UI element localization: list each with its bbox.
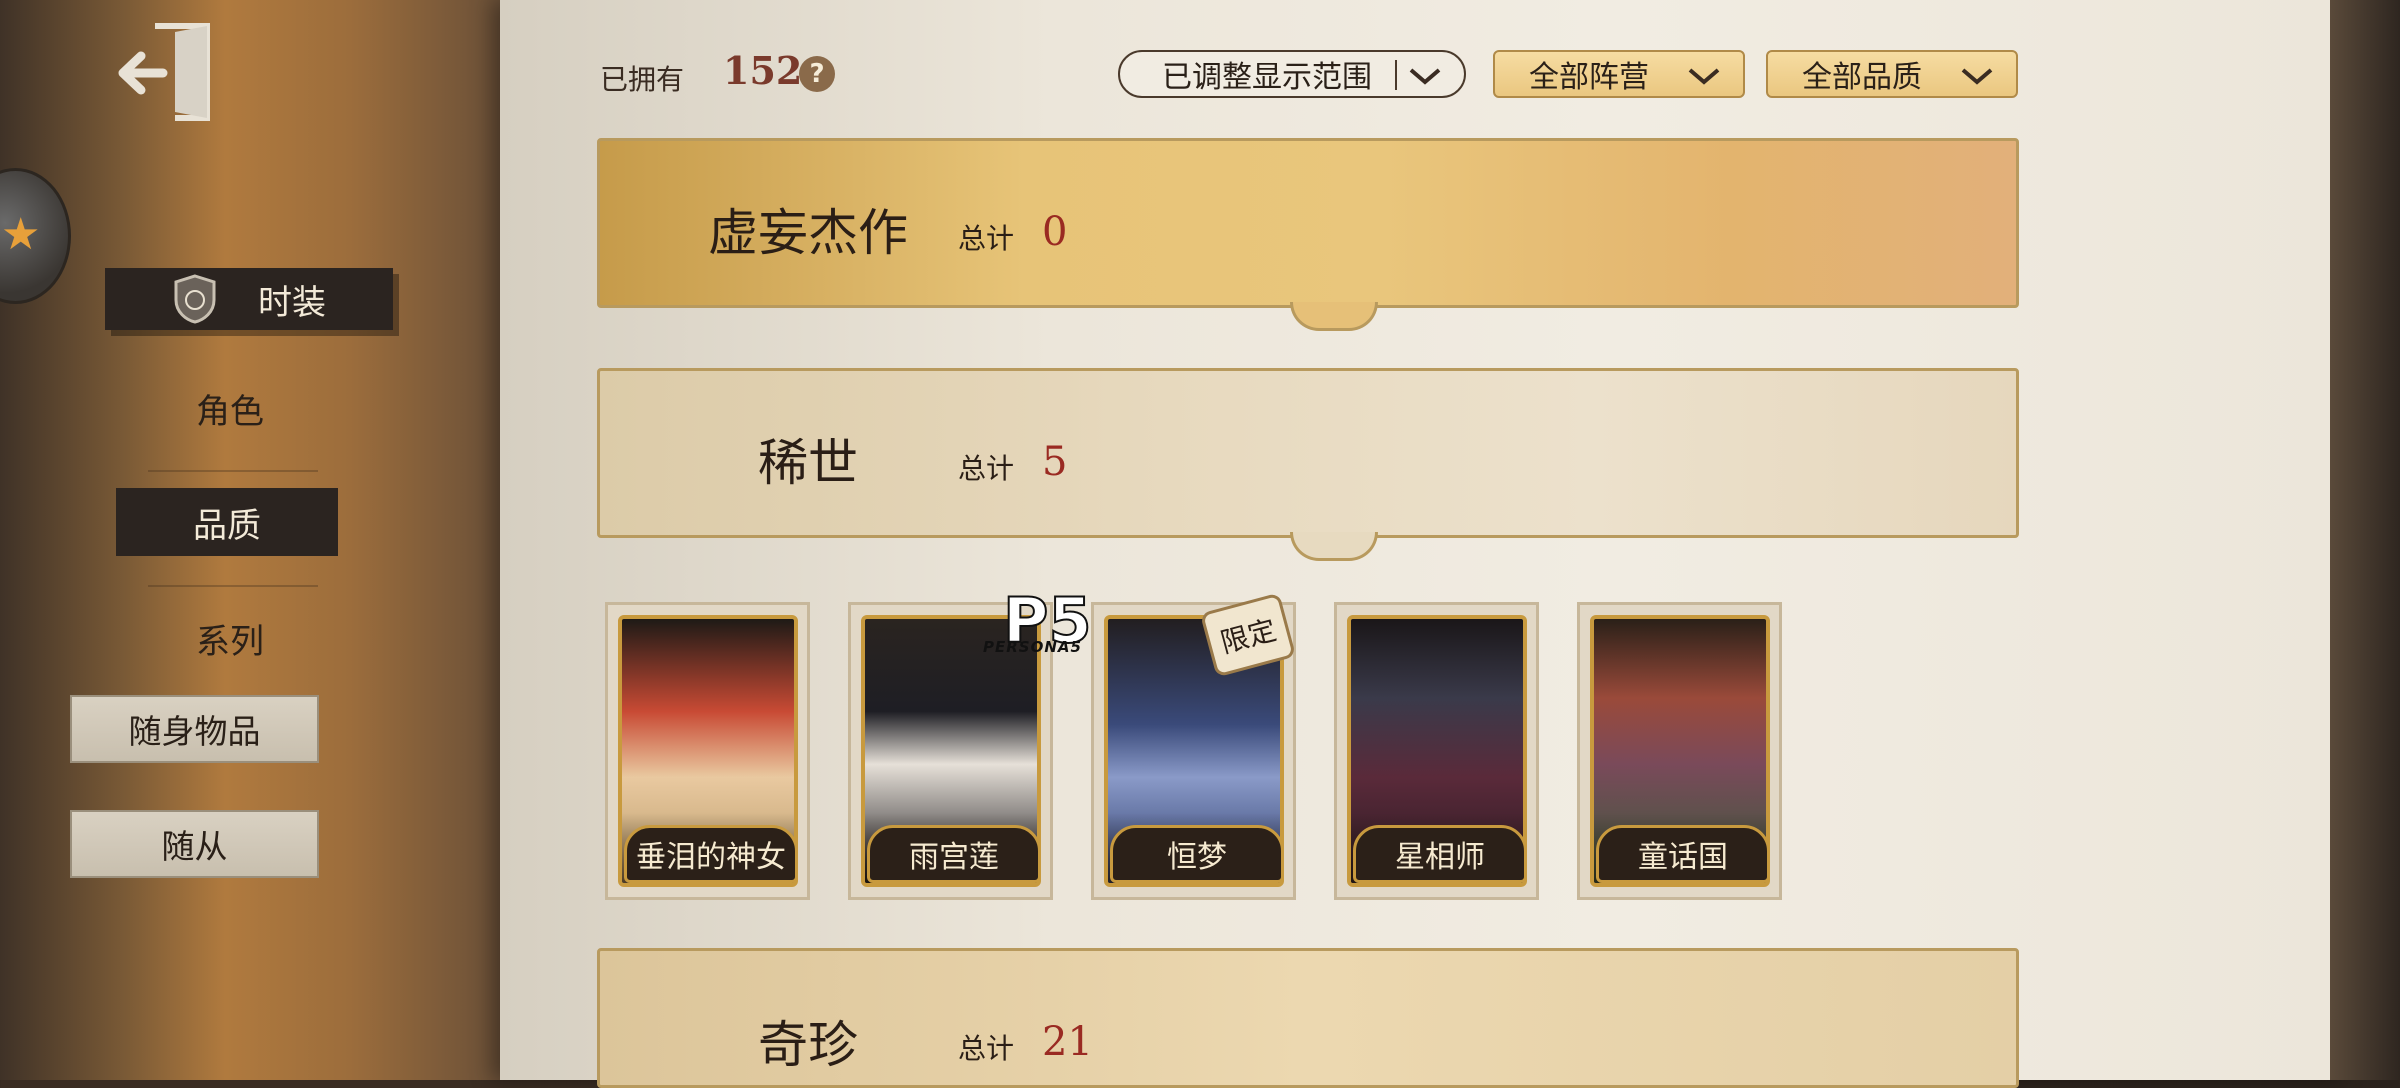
total-value: 21 xyxy=(1042,1019,1093,1065)
sidebar-item-label: 角色 xyxy=(196,391,264,432)
card-name: 垂泪的神女 xyxy=(624,825,798,883)
sidebar-item-character[interactable]: 角色 xyxy=(120,378,340,438)
card-name: 雨宫莲 xyxy=(867,825,1041,883)
costume-card[interactable]: 童话国 xyxy=(1577,602,1782,900)
divider xyxy=(148,470,318,472)
camp-filter-dropdown[interactable]: 全部阵营 xyxy=(1493,50,1745,98)
sidebar: ★ 时装 角色 品质 系列 随身物品 随从 xyxy=(0,0,500,1080)
panel-edge xyxy=(2330,0,2400,1080)
display-range-dropdown[interactable]: 已调整显示范围 xyxy=(1118,50,1466,98)
exit-button[interactable] xyxy=(115,18,215,123)
costume-card[interactable]: 垂泪的神女 xyxy=(605,602,810,900)
owned-label: 已拥有 xyxy=(600,63,685,96)
dropdown-label: 全部品质 xyxy=(1802,60,1922,95)
section-title: 虚妄杰作 xyxy=(708,204,908,262)
sidebar-item-costume[interactable]: 时装 xyxy=(105,268,393,330)
card-name: 恒梦 xyxy=(1110,825,1284,883)
sidebar-item-label: 随身物品 xyxy=(128,712,261,751)
sidebar-item-label: 随从 xyxy=(161,827,228,866)
total-value: 5 xyxy=(1042,439,1068,485)
sidebar-item-companion[interactable]: 随从 xyxy=(70,810,319,878)
section-title: 稀世 xyxy=(758,434,858,492)
dropdown-label: 全部阵营 xyxy=(1529,60,1649,95)
avatar[interactable]: ★ xyxy=(0,168,71,304)
section-banner-rare[interactable]: 稀世 总计 5 xyxy=(597,368,2019,561)
total-label: 总计 xyxy=(958,222,1015,255)
section-banner-treasure[interactable]: 奇珍 总计 21 xyxy=(597,948,2019,1088)
sidebar-item-label: 时装 xyxy=(258,282,326,323)
total-label: 总计 xyxy=(958,1032,1015,1065)
exit-door-icon xyxy=(118,23,210,121)
section-banner-masterpiece[interactable]: 虚妄杰作 总计 0 xyxy=(597,138,2019,331)
section-title: 奇珍 xyxy=(758,1016,858,1074)
chevron-down-icon xyxy=(1688,68,1720,85)
star-icon: ★ xyxy=(1,209,41,260)
card-name: 童话国 xyxy=(1596,825,1770,883)
chevron-down-icon xyxy=(1409,68,1441,85)
quality-filter-dropdown[interactable]: 全部品质 xyxy=(1766,50,2018,98)
divider xyxy=(148,585,318,587)
dropdown-label: 已调整显示范围 xyxy=(1162,60,1372,95)
help-icon[interactable]: ? xyxy=(799,56,835,92)
owned-count: 152 xyxy=(723,48,803,93)
total-label: 总计 xyxy=(958,452,1015,485)
sidebar-item-label: 品质 xyxy=(193,505,261,546)
sidebar-item-quality[interactable]: 品质 xyxy=(116,488,338,556)
sidebar-item-label: 系列 xyxy=(196,621,264,662)
sidebar-item-series[interactable]: 系列 xyxy=(120,608,340,668)
sidebar-item-accessories[interactable]: 随身物品 xyxy=(70,695,319,763)
shield-icon xyxy=(174,274,216,324)
card-name: 星相师 xyxy=(1353,825,1527,883)
total-value: 0 xyxy=(1042,209,1068,255)
costume-card[interactable]: 星相师 xyxy=(1334,602,1539,900)
persona5-logo: P5 PERSONA5 xyxy=(983,583,1093,658)
divider xyxy=(1395,60,1397,90)
chevron-down-icon xyxy=(1961,68,1993,85)
